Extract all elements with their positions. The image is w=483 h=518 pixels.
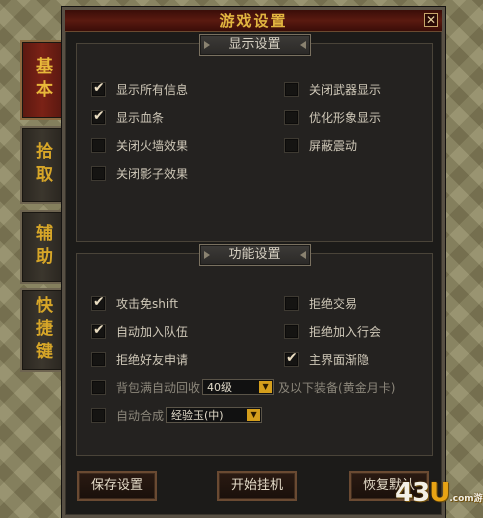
- option-label: 拒绝好友申请: [116, 352, 189, 367]
- checkbox[interactable]: [284, 323, 299, 339]
- display-settings-section: 显示设置 显示所有信息 关闭武器显示 显示血条 优化形象显示 关闭火墙效果 屏蔽…: [76, 34, 433, 242]
- option-label: 拒绝加入行会: [309, 324, 382, 339]
- option-block-shake[interactable]: 屏蔽震动: [284, 136, 357, 154]
- window-title: 游戏设置: [219, 12, 288, 30]
- option-label: 关闭武器显示: [309, 82, 382, 97]
- checkbox[interactable]: [284, 295, 299, 311]
- option-label: 自动加入队伍: [116, 324, 189, 339]
- option-refuse-guild[interactable]: 拒绝加入行会: [284, 322, 381, 340]
- tab-pickup-label: 拾取: [32, 142, 52, 188]
- option-label: 显示血条: [116, 110, 165, 125]
- chevron-down-icon[interactable]: ▼: [259, 381, 273, 393]
- checkbox[interactable]: [91, 294, 106, 311]
- option-label: 关闭影子效果: [116, 166, 189, 181]
- option-show-hp-bar[interactable]: 显示血条: [91, 108, 164, 126]
- option-label: 背包满自动回收: [116, 380, 201, 395]
- checkbox[interactable]: [91, 108, 106, 125]
- function-settings-header: 功能设置: [198, 244, 311, 266]
- combine-item-select[interactable]: 经验玉(中) ▼: [166, 407, 263, 423]
- title-bar[interactable]: 游戏设置 ✕: [65, 10, 442, 32]
- watermark-num: 43: [395, 478, 430, 508]
- save-settings-button[interactable]: 保存设置: [77, 471, 157, 501]
- option-label: 屏蔽震动: [309, 138, 358, 153]
- recycle-level-select[interactable]: 40级 ▼: [202, 379, 275, 395]
- chevron-down-icon[interactable]: ▼: [247, 409, 261, 421]
- option-refuse-friend-request[interactable]: 拒绝好友申请: [91, 350, 188, 368]
- option-auto-join-team[interactable]: 自动加入队伍: [91, 322, 188, 340]
- site-watermark-logo: 43U.com游戏: [395, 478, 483, 518]
- checkbox[interactable]: [284, 81, 299, 97]
- option-show-all-info[interactable]: 显示所有信息: [91, 80, 188, 98]
- close-icon[interactable]: ✕: [424, 13, 438, 27]
- checkbox[interactable]: [91, 165, 106, 181]
- watermark-domain: .com: [449, 494, 474, 504]
- combine-item-value: 经验玉(中): [171, 409, 224, 422]
- option-disable-shadow[interactable]: 关闭影子效果: [91, 164, 188, 182]
- option-label: 自动合成: [116, 408, 165, 423]
- recycle-suffix-label: 及以下装备(黄金月卡): [278, 380, 396, 395]
- option-label: 主界面渐隐: [309, 352, 370, 367]
- option-auto-recycle[interactable]: 背包满自动回收 40级 ▼ 及以下装备(黄金月卡): [91, 378, 395, 396]
- function-settings-section: 功能设置 攻击免shift 拒绝交易 自动加入队伍 拒绝加入行会 拒绝好友申请 …: [76, 244, 433, 456]
- option-hide-weapon[interactable]: 关闭武器显示: [284, 80, 381, 98]
- display-settings-header: 显示设置: [198, 34, 311, 56]
- tab-basic[interactable]: 基本: [20, 40, 62, 120]
- option-optimize-appearance[interactable]: 优化形象显示: [284, 108, 381, 126]
- checkbox[interactable]: [91, 80, 106, 97]
- option-ui-fade[interactable]: 主界面渐隐: [284, 350, 369, 368]
- checkbox[interactable]: [91, 351, 106, 367]
- checkbox[interactable]: [91, 379, 106, 395]
- tab-assist[interactable]: 辅助: [20, 210, 62, 284]
- option-label: 显示所有信息: [116, 82, 189, 97]
- option-disable-firewall-effect[interactable]: 关闭火墙效果: [91, 136, 188, 154]
- checkbox[interactable]: [91, 407, 106, 423]
- tab-assist-label: 辅助: [32, 224, 52, 270]
- tab-hotkey[interactable]: 快捷键: [20, 288, 62, 372]
- tab-hotkey-label: 快捷键: [32, 295, 52, 365]
- checkbox[interactable]: [91, 322, 106, 339]
- option-refuse-trade[interactable]: 拒绝交易: [284, 294, 357, 312]
- option-label: 攻击免shift: [116, 296, 178, 311]
- option-attack-no-shift[interactable]: 攻击免shift: [91, 294, 178, 312]
- start-auto-button[interactable]: 开始挂机: [217, 471, 297, 501]
- checkbox[interactable]: [91, 137, 106, 153]
- checkbox[interactable]: [284, 350, 299, 367]
- option-label: 优化形象显示: [309, 110, 382, 125]
- tab-basic-label: 基本: [32, 57, 52, 103]
- option-label: 关闭火墙效果: [116, 138, 189, 153]
- checkbox[interactable]: [284, 109, 299, 125]
- option-label: 拒绝交易: [309, 296, 358, 311]
- watermark-accent: U: [429, 478, 450, 508]
- tab-pickup[interactable]: 拾取: [20, 126, 62, 204]
- option-auto-combine[interactable]: 自动合成 经验玉(中) ▼: [91, 406, 266, 424]
- game-settings-window: 游戏设置 ✕ 显示设置 显示所有信息 关闭武器显示 显示血条 优化形象显示 关闭…: [62, 7, 445, 518]
- recycle-level-value: 40级: [207, 381, 233, 394]
- checkbox[interactable]: [284, 137, 299, 153]
